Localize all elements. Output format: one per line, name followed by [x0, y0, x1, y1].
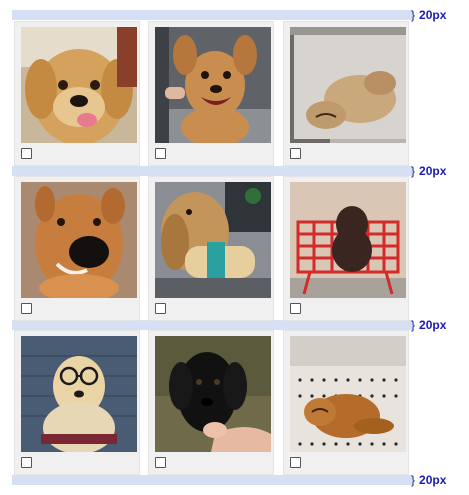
spacing-label: } 20px — [411, 164, 447, 178]
select-checkbox[interactable] — [290, 457, 301, 468]
photo-card[interactable] — [14, 176, 140, 321]
select-checkbox[interactable] — [155, 457, 166, 468]
photo-card[interactable] — [148, 330, 274, 475]
photo-card[interactable] — [283, 21, 409, 166]
dog-photo[interactable] — [290, 182, 406, 298]
select-checkbox[interactable] — [21, 457, 32, 468]
spacing-band — [12, 166, 413, 176]
dog-photo[interactable] — [21, 182, 137, 298]
select-checkbox[interactable] — [290, 303, 301, 314]
photo-card[interactable] — [148, 176, 274, 321]
spacing-band — [12, 475, 413, 485]
spacing-label: } 20px — [411, 318, 447, 332]
photo-card[interactable] — [283, 330, 409, 475]
dog-photo[interactable] — [21, 336, 137, 452]
select-checkbox[interactable] — [155, 303, 166, 314]
dog-photo[interactable] — [21, 27, 137, 143]
photo-card[interactable] — [14, 330, 140, 475]
spacing-band — [12, 10, 413, 20]
select-checkbox[interactable] — [155, 148, 166, 159]
spacing-label: } 20px — [411, 8, 447, 22]
dog-photo[interactable] — [155, 27, 271, 143]
photo-card[interactable] — [283, 176, 409, 321]
dog-photo[interactable] — [290, 336, 406, 452]
select-checkbox[interactable] — [21, 303, 32, 314]
photo-card[interactable] — [148, 21, 274, 166]
select-checkbox[interactable] — [21, 148, 32, 159]
select-checkbox[interactable] — [290, 148, 301, 159]
photo-card[interactable] — [14, 21, 140, 166]
spacing-label: } 20px — [411, 473, 447, 487]
spacing-band — [12, 320, 413, 330]
dog-photo[interactable] — [155, 182, 271, 298]
dog-photo[interactable] — [155, 336, 271, 452]
dog-photo[interactable] — [290, 27, 406, 143]
